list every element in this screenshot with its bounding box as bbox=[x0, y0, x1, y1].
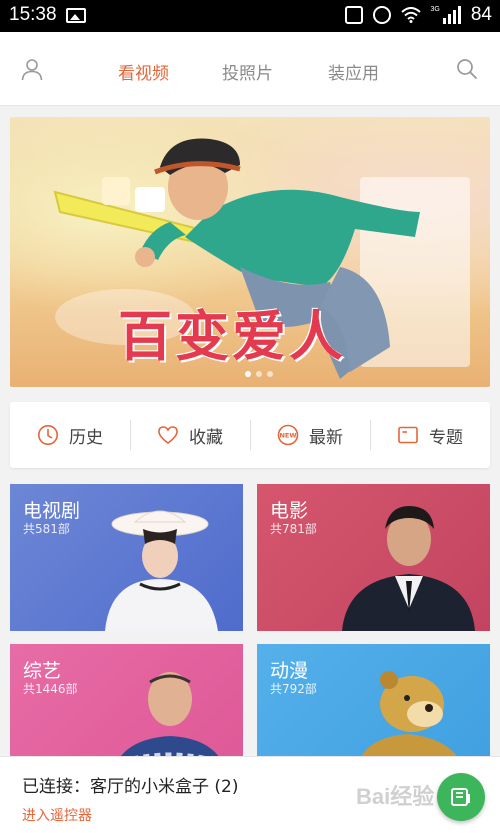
connection-status: 已连接：客厅的小米盒子 (2) bbox=[22, 777, 239, 797]
status-icons: 3G 84 bbox=[344, 4, 492, 26]
network-type: 3G bbox=[430, 6, 440, 13]
category-count: 共1446部 bbox=[23, 682, 78, 696]
category-card-movies[interactable]: 电影 共781部 bbox=[257, 484, 490, 631]
carousel-dot bbox=[256, 371, 262, 377]
quick-links: 历史 收藏 NEW 最新 专题 bbox=[10, 402, 490, 468]
category-title: 电视剧 bbox=[23, 500, 81, 522]
image-notification-icon bbox=[66, 8, 86, 23]
tab-cast-photos[interactable]: 投照片 bbox=[222, 59, 273, 84]
history-label: 历史 bbox=[69, 427, 103, 448]
tab-watch-video[interactable]: 看视频 bbox=[118, 59, 169, 84]
open-remote-link[interactable]: 进入遥控器 bbox=[22, 805, 92, 825]
remote-icon bbox=[451, 788, 470, 806]
carousel-dot bbox=[267, 371, 273, 377]
top-nav: 看视频 投照片 装应用 bbox=[0, 32, 500, 106]
category-title: 电影 bbox=[270, 500, 309, 522]
latest-label: 最新 bbox=[309, 427, 343, 448]
carousel-dot bbox=[245, 371, 251, 377]
category-count: 共781部 bbox=[270, 522, 317, 536]
banner-title: 百变爱人 bbox=[118, 304, 346, 368]
category-title: 综艺 bbox=[23, 660, 62, 682]
topics-button[interactable]: 专题 bbox=[370, 402, 490, 468]
tab-install-apps[interactable]: 装应用 bbox=[328, 59, 379, 84]
carousel-indicator bbox=[245, 371, 273, 377]
alarm-icon bbox=[372, 6, 391, 24]
topics-label: 专题 bbox=[429, 427, 463, 448]
user-icon[interactable] bbox=[20, 57, 44, 81]
clock-icon bbox=[38, 425, 58, 445]
remote-control-button[interactable] bbox=[437, 773, 485, 821]
category-title: 动漫 bbox=[270, 660, 309, 682]
status-bar: 15:38 3G 84 bbox=[0, 0, 500, 32]
wifi-icon bbox=[400, 7, 421, 23]
signal-icon: 3G bbox=[431, 6, 461, 24]
svg-text:NEW: NEW bbox=[279, 432, 296, 440]
folder-icon bbox=[398, 426, 418, 444]
new-badge-icon: NEW bbox=[277, 424, 299, 446]
category-count: 共581部 bbox=[23, 522, 70, 536]
search-icon[interactable] bbox=[456, 58, 478, 80]
latest-button[interactable]: NEW 最新 bbox=[250, 402, 370, 468]
favorites-label: 收藏 bbox=[189, 427, 223, 448]
featured-banner[interactable]: 百变爱人 bbox=[10, 117, 490, 387]
watermark: Bai经验 bbox=[356, 784, 435, 809]
favorites-button[interactable]: 收藏 bbox=[130, 402, 250, 468]
heart-icon bbox=[158, 426, 178, 444]
category-card-tv-series[interactable]: 电视剧 共581部 bbox=[10, 484, 243, 631]
category-count: 共792部 bbox=[270, 682, 317, 696]
battery-level: 84 bbox=[470, 4, 492, 25]
vibrate-icon bbox=[344, 6, 363, 24]
status-time: 15:38 bbox=[9, 4, 57, 25]
history-button[interactable]: 历史 bbox=[10, 402, 130, 468]
connection-bar: 已连接：客厅的小米盒子 (2) 进入遥控器 Bai经验 bbox=[0, 756, 500, 833]
